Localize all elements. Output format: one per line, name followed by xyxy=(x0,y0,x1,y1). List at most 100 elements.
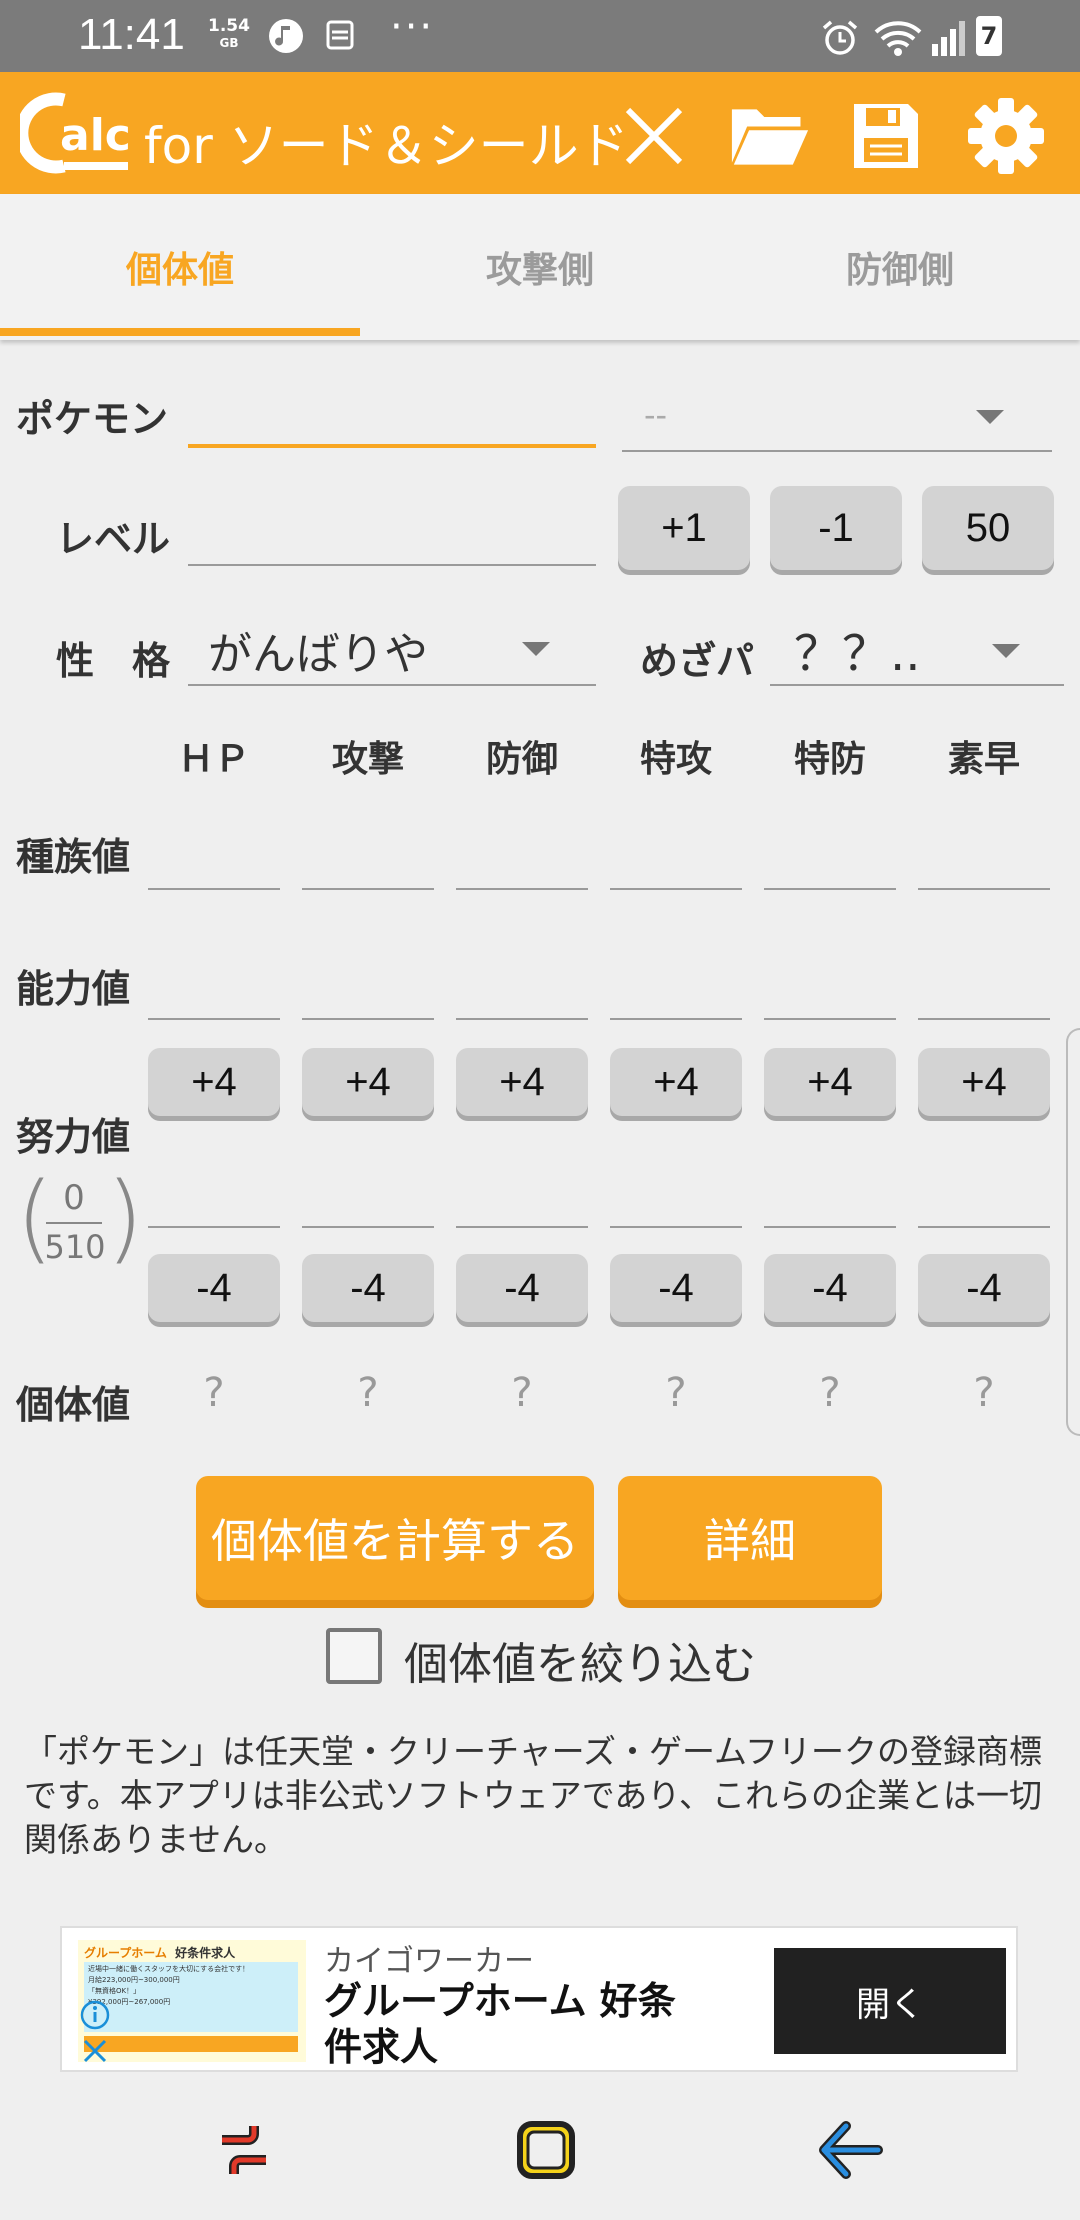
notification-app-icon xyxy=(326,20,354,50)
trademark-disclaimer: 「ポケモン」は任天堂・クリーチャーズ・ゲームフリークの登録商標です。本アプリは非… xyxy=(24,1732,1043,1859)
details-button[interactable]: 詳細 xyxy=(618,1476,882,1600)
iv-label: 個体値 xyxy=(16,1383,131,1427)
ev-sp-attack-input[interactable] xyxy=(610,1226,742,1228)
hidden-power-label: めざパ xyxy=(640,639,755,683)
iv-attack-value: ? xyxy=(357,1370,379,1416)
edge-panel-handle[interactable] xyxy=(1066,1028,1080,1436)
pokemon-input[interactable] xyxy=(188,376,596,446)
ev-attack-input[interactable] xyxy=(302,1226,434,1228)
stat-header-attack: 攻撃 xyxy=(331,739,404,780)
music-icon xyxy=(269,19,303,53)
app-title: for ソード＆シールド xyxy=(144,117,629,175)
stat-header-speed: 素早 xyxy=(947,739,1020,780)
narrow-down-checkbox[interactable] xyxy=(326,1628,382,1684)
nature-label: 性 格 xyxy=(56,639,171,683)
iv-defense-value: ? xyxy=(511,1370,533,1416)
ev-plus-hp-button[interactable]: +4 xyxy=(148,1048,280,1116)
narrow-down-label[interactable]: 個体値を絞り込む xyxy=(404,1628,756,1692)
home-icon[interactable] xyxy=(512,2116,580,2184)
ev-speed-input[interactable] xyxy=(918,1226,1050,1228)
ev-minus-attack-button[interactable]: -4 xyxy=(302,1254,434,1322)
ev-total-fraction: ( 0 510 ) xyxy=(16,1162,143,1276)
base-stat-hp-input[interactable] xyxy=(148,888,280,890)
iv-hp-value: ? xyxy=(203,1370,225,1416)
actual-stat-sp-defense-input[interactable] xyxy=(764,1018,896,1020)
ad-open-button[interactable]: 開く xyxy=(774,1948,1006,2054)
actual-stats-label: 能力値 xyxy=(16,967,131,1011)
hidden-power-select[interactable]: ？？.. xyxy=(770,610,1064,686)
tab-attacker[interactable]: 攻撃側 xyxy=(360,194,720,340)
actual-stat-sp-attack-input[interactable] xyxy=(610,1018,742,1020)
ad-banner[interactable]: グループホーム 好条件求人 近場中一緒に働くスタッフを大切にする会社です！ 月給… xyxy=(60,1926,1018,2072)
tab-iv[interactable]: 個体値 xyxy=(0,194,360,340)
form-select-value: -- xyxy=(644,396,668,434)
actual-stat-speed-input[interactable] xyxy=(918,1018,1050,1020)
pokemon-label: ポケモン xyxy=(16,397,169,441)
right-paren: ) xyxy=(106,1162,144,1274)
ev-minus-speed-button[interactable]: -4 xyxy=(918,1254,1050,1322)
ev-total-value: 0 xyxy=(63,1178,85,1218)
ev-plus-sp-defense-button[interactable]: +4 xyxy=(764,1048,896,1116)
open-file-button[interactable] xyxy=(730,96,810,176)
ad-close-icon[interactable] xyxy=(82,2038,108,2064)
wifi-icon xyxy=(874,21,922,56)
ad-headline[interactable]: グループホーム 好条件求人 xyxy=(324,1978,684,2070)
base-stat-attack-input[interactable] xyxy=(302,888,434,890)
level-plus-one-button[interactable]: +1 xyxy=(618,486,750,570)
tab-defender[interactable]: 防御側 xyxy=(720,194,1080,340)
ad-info-icon[interactable] xyxy=(80,2000,110,2030)
ev-plus-attack-button[interactable]: +4 xyxy=(302,1048,434,1116)
clear-button[interactable] xyxy=(614,96,694,176)
gear-icon xyxy=(968,98,1044,174)
back-icon[interactable] xyxy=(816,2118,884,2182)
ev-plus-defense-button[interactable]: +4 xyxy=(456,1048,588,1116)
stat-header-hp: ＨＰ xyxy=(177,739,250,780)
calculate-iv-button[interactable]: 個体値を計算する xyxy=(196,1476,594,1600)
ad-image-line: ¥392,000円~267,000円 xyxy=(88,1998,171,2006)
more-notifications-icon: ··· xyxy=(390,4,435,50)
base-stat-sp-defense-input[interactable] xyxy=(764,888,896,890)
stat-header-defense: 防御 xyxy=(485,739,558,780)
battery-level: 7 xyxy=(980,22,998,50)
ev-minus-sp-defense-button[interactable]: -4 xyxy=(764,1254,896,1322)
nature-select[interactable]: がんばりや xyxy=(188,610,596,686)
pokemon-input-underline xyxy=(188,444,596,448)
hidden-power-value: ？？.. xyxy=(794,626,921,682)
recent-apps-icon[interactable] xyxy=(212,2118,276,2182)
fraction-bar xyxy=(46,1222,102,1224)
chevron-down-icon xyxy=(992,644,1020,658)
form-select[interactable]: -- xyxy=(622,376,1052,452)
ev-plus-sp-attack-button[interactable]: +4 xyxy=(610,1048,742,1116)
base-stat-defense-input[interactable] xyxy=(456,888,588,890)
signal-icon xyxy=(932,21,965,56)
ad-image-body: 近場中一緒に働くスタッフを大切にする会社です！ 月給223,000円~300,0… xyxy=(84,1962,298,2032)
data-usage-value: 1.54 xyxy=(208,16,250,36)
data-usage-indicator: 1.54 GB xyxy=(208,18,250,52)
actual-stat-attack-input[interactable] xyxy=(302,1018,434,1020)
base-stat-sp-attack-input[interactable] xyxy=(610,888,742,890)
ev-label: 努力値 xyxy=(16,1115,131,1159)
ev-sp-defense-input[interactable] xyxy=(764,1226,896,1228)
hidden-power-select-underline xyxy=(770,684,1064,686)
ev-hp-input[interactable] xyxy=(148,1226,280,1228)
ev-minus-sp-attack-button[interactable]: -4 xyxy=(610,1254,742,1322)
clock: 11:41 xyxy=(78,10,185,59)
ev-minus-hp-button[interactable]: -4 xyxy=(148,1254,280,1322)
ev-plus-speed-button[interactable]: +4 xyxy=(918,1048,1050,1116)
iv-sp-attack-value: ? xyxy=(665,1370,687,1416)
ad-image[interactable]: グループホーム 好条件求人 近場中一緒に働くスタッフを大切にする会社です！ 月給… xyxy=(78,1940,306,2064)
ev-minus-defense-button[interactable]: -4 xyxy=(456,1254,588,1322)
alarm-icon xyxy=(822,20,858,55)
save-button[interactable] xyxy=(846,96,926,176)
logo-text: alc xyxy=(60,110,131,161)
settings-button[interactable] xyxy=(966,96,1046,176)
tab-bar: 個体値 攻撃側 防御側 xyxy=(0,194,1080,340)
level-input[interactable] xyxy=(188,496,596,562)
base-stat-speed-input[interactable] xyxy=(918,888,1050,890)
ev-defense-input[interactable] xyxy=(456,1226,588,1228)
save-icon xyxy=(854,104,918,168)
level-50-button[interactable]: 50 xyxy=(922,486,1054,570)
actual-stat-hp-input[interactable] xyxy=(148,1018,280,1020)
actual-stat-defense-input[interactable] xyxy=(456,1018,588,1020)
level-minus-one-button[interactable]: -1 xyxy=(770,486,902,570)
